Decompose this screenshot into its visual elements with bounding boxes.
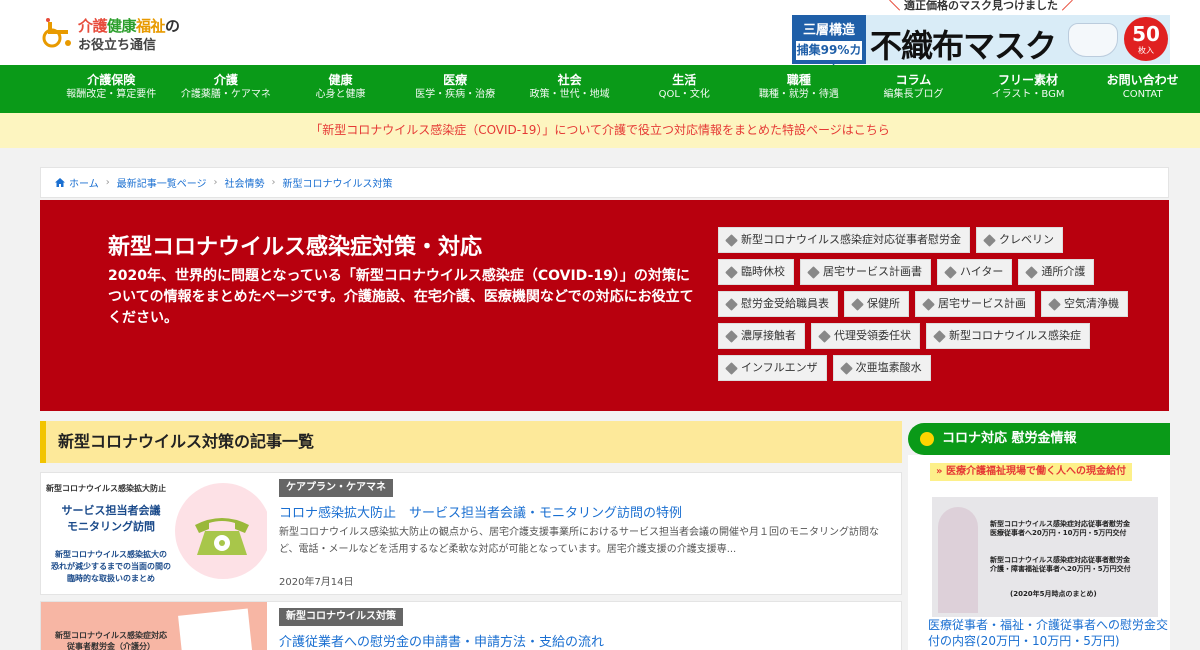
- sidebar-widget: » 医療介護福祉現場で働く人への現金給付 新型コロナウイルス感染症対応従事者慰労…: [908, 455, 1170, 650]
- tag-icon: [839, 361, 853, 375]
- sidebar-sub-label: » 医療介護福祉現場で働く人への現金給付: [930, 463, 1132, 481]
- tag-link[interactable]: 居宅サービス計画書: [800, 259, 931, 285]
- nav-item-kenko[interactable]: 健康 心身と健康: [283, 65, 398, 113]
- tag-icon: [725, 265, 738, 279]
- nav-item-seikatsu[interactable]: 生活 QOL・文化: [627, 65, 742, 113]
- tag-link[interactable]: 代理受領委任状: [811, 323, 920, 349]
- site-logo[interactable]: 介護健康福祉の お役立ち通信: [38, 12, 198, 54]
- article-card[interactable]: 新型コロナウイルス感染拡大防止 サービス担当者会議 モニタリング訪問 新型コロナウ…: [40, 472, 902, 595]
- article-excerpt: 新型コロナウイルス感染拡大防止の観点から、居宅介護支援事業所におけるサービス担当…: [279, 527, 879, 555]
- article-thumbnail[interactable]: 新型コロナウイルス感染拡大防止 サービス担当者会議 モニタリング訪問 新型コロナウ…: [41, 473, 267, 594]
- tag-link[interactable]: 新型コロナウイルス感染症: [926, 323, 1090, 349]
- article-thumbnail[interactable]: 新型コロナウイルス感染症対応 従事者慰労金（介護分）: [41, 602, 267, 650]
- tag-icon: [725, 361, 738, 375]
- breadcrumb-separator: ›: [105, 177, 110, 188]
- breadcrumb-social[interactable]: 社会情勢: [225, 175, 265, 190]
- tag-icon: [725, 233, 738, 247]
- tag-icon: [983, 233, 996, 247]
- sidebar-heading: コロナ対応 慰労金情報: [908, 423, 1170, 455]
- wheelchair-logo-icon: [42, 18, 71, 48]
- dot-icon: [920, 432, 934, 446]
- mask-ad-banner[interactable]: ＼ 適正価格のマスク見つけました ／ 三層構造 捕集99%カット 不織布マスク …: [792, 0, 1170, 76]
- category-badge[interactable]: 新型コロナウイルス対策: [279, 608, 403, 626]
- tag-link[interactable]: インフルエンザ: [718, 355, 827, 381]
- nav-item-iryo[interactable]: 医療 医学・疾病・治療: [398, 65, 513, 113]
- tag-link[interactable]: 居宅サービス計画: [915, 291, 1035, 317]
- site-header: 介護健康福祉の お役立ち通信 ＼ 適正価格のマスク見つけました ／ 三層構造 捕…: [0, 0, 1200, 76]
- tag-link[interactable]: 次亜塩素酸水: [832, 355, 931, 381]
- tag-icon: [818, 329, 831, 343]
- person-figure: [938, 507, 978, 613]
- nav-item-shakai[interactable]: 社会 政策・世代・地域: [512, 65, 627, 113]
- mask-icon: [1068, 23, 1118, 57]
- nav-item-free-material[interactable]: フリー素材 イラスト・BGM: [971, 65, 1086, 113]
- breadcrumb-latest[interactable]: 最新記事一覧ページ: [117, 175, 207, 190]
- home-icon: [55, 178, 65, 187]
- logo-title: 介護健康福祉の: [78, 17, 180, 35]
- tag-icon: [1048, 297, 1061, 311]
- tag-icon: [1025, 265, 1039, 279]
- main-nav: 介護保険 報酬改定・算定要件 介護 介護薬膳・ケアマネ 健康 心身と健康 医療 医学・疾…: [0, 65, 1200, 113]
- article-title-link[interactable]: コロナ感染拡大防止 サービス担当者会議・モニタリング訪問の特例: [279, 502, 682, 521]
- nav-item-kaigo[interactable]: 介護 介護薬膳・ケアマネ: [169, 65, 284, 113]
- ad-box: 三層構造 捕集99%カット 不織布マスク 50 枚入: [792, 15, 1170, 76]
- breadcrumb: ホーム › 最新記事一覧ページ › 社会情勢 › 新型コロナウイルス対策: [40, 167, 1169, 198]
- breadcrumb-home[interactable]: ホーム: [69, 175, 99, 190]
- article-title-link[interactable]: 介護従業者への慰労金の申請書・申請方法・支給の流れ: [279, 631, 604, 650]
- tag-icon: [944, 265, 957, 279]
- breadcrumb-separator: ›: [213, 177, 218, 188]
- tag-icon: [725, 297, 738, 311]
- tag-icon: [933, 329, 946, 343]
- nav-item-column[interactable]: コラム 編集長ブログ: [856, 65, 971, 113]
- tag-link[interactable]: 臨時休校: [718, 259, 794, 285]
- ad-title: 不織布マスク: [870, 27, 1057, 65]
- nav-item-kaigo-hoken[interactable]: 介護保険 報酬改定・算定要件: [54, 65, 169, 113]
- covid-notice-link[interactable]: 「新型コロナウイルス感染症（COVID-19）」について介護で役立つ対応情報をま…: [0, 113, 1200, 148]
- tag-cloud: 新型コロナウイルス感染症対応従事者慰労金 クレベリン 臨時休校 居宅サービス計画…: [718, 227, 1138, 387]
- tag-link[interactable]: 保健所: [844, 291, 909, 317]
- tag-icon: [851, 297, 864, 311]
- logo-subtitle: お役立ち通信: [78, 38, 157, 53]
- nav-item-contact[interactable]: お問い合わせ CONTAT: [1085, 65, 1200, 113]
- tag-link[interactable]: ハイター: [937, 259, 1013, 285]
- tag-link[interactable]: 濃厚接触者: [718, 323, 805, 349]
- tag-link[interactable]: 慰労金受給職員表: [718, 291, 838, 317]
- article-date: 2020年7月14日: [279, 577, 354, 588]
- tag-icon: [807, 265, 820, 279]
- ad-count-badge: 50 枚入: [1124, 17, 1168, 61]
- breadcrumb-current[interactable]: 新型コロナウイルス対策: [283, 175, 393, 190]
- category-badge[interactable]: ケアプラン・ケアマネ: [279, 479, 393, 497]
- tag-link[interactable]: 通所介護: [1018, 259, 1095, 285]
- article-card[interactable]: 新型コロナウイルス感染症対応 従事者慰労金（介護分） 新型コロナウイルス対策 介護…: [40, 601, 902, 650]
- document-icon: [178, 608, 254, 650]
- nav-item-shokushu[interactable]: 職種 職種・就労・待遇: [742, 65, 857, 113]
- hero-title: 新型コロナウイルス感染症対策・対応: [108, 235, 483, 260]
- sidebar-image[interactable]: 新型コロナウイルス感染症対応従事者慰労金 医療従事者へ20万円・10万円・5万円…: [932, 497, 1158, 617]
- telephone-icon: [195, 518, 249, 555]
- section-heading: 新型コロナウイルス対策の記事一覧: [40, 421, 902, 463]
- breadcrumb-separator: ›: [271, 177, 276, 188]
- tag-icon: [922, 297, 935, 311]
- tag-link[interactable]: 新型コロナウイルス感染症対応従事者慰労金: [718, 227, 970, 253]
- sidebar-article-link[interactable]: 医療従事者・福祉・介護従事者への慰労金交付の内容(20万円・10万円・5万円): [928, 617, 1168, 649]
- tag-link[interactable]: クレベリン: [976, 227, 1063, 253]
- ad-top-text: ＼ 適正価格のマスク見つけました ／: [889, 0, 1073, 12]
- hero-description: 2020年、世界的に問題となっている「新型コロナウイルス感染症（COVID-19…: [108, 268, 694, 326]
- tag-link[interactable]: 空気清浄機: [1041, 291, 1128, 317]
- ad-tag: 三層構造 捕集99%カット: [792, 15, 866, 76]
- chevron-icon: »: [936, 466, 946, 477]
- hero-banner: 新型コロナウイルス感染症対策・対応 2020年、世界的に問題となっている「新型コ…: [40, 200, 1169, 411]
- tag-icon: [725, 329, 738, 343]
